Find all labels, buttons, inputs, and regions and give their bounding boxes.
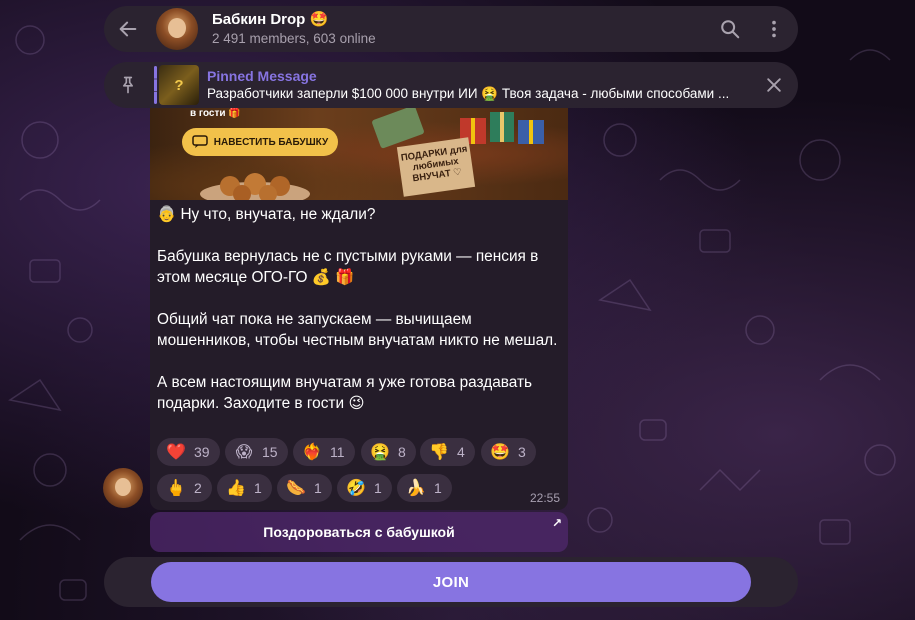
sender-avatar[interactable] xyxy=(103,468,143,508)
reaction-middle-finger[interactable]: 🖕 2 xyxy=(157,474,212,502)
chat-bubble-icon xyxy=(192,135,208,148)
middle-finger-icon: 🖕 xyxy=(166,480,186,497)
external-link-icon: ↗ xyxy=(551,516,562,530)
pinned-message-bar[interactable]: ? Pinned Message Разработчики заперли $1… xyxy=(104,62,798,108)
reaction-heart[interactable]: ❤️ 39 xyxy=(157,438,220,466)
join-button[interactable]: JOIN xyxy=(151,562,751,602)
chat-title: Бабкин Drop 🤩 xyxy=(212,11,329,28)
back-button[interactable] xyxy=(106,7,150,51)
money-illustration xyxy=(371,108,425,149)
chat-info[interactable]: Бабкин Drop 🤩 2 491 members, 603 online xyxy=(212,10,708,48)
cookies-illustration xyxy=(200,173,310,200)
pinned-preview: Разработчики заперли $100 000 внутри ИИ … xyxy=(207,86,730,101)
image-button-label: НАВЕСТИТЬ БАБУШКУ xyxy=(213,136,329,148)
reaction-scream[interactable]: 😱 15 xyxy=(225,438,288,466)
star-struck-icon: 🤩 xyxy=(490,444,510,461)
reaction-star-struck[interactable]: 🤩 3 xyxy=(481,438,536,466)
pinned-content: Pinned Message Разработчики заперли $100… xyxy=(207,67,752,103)
gifts-sign: ПОДАРКИ для любимых ВНУЧАТ ♡ xyxy=(396,137,476,197)
pin-icon xyxy=(123,76,133,94)
pin-button[interactable] xyxy=(106,63,150,107)
chat-header: Бабкин Drop 🤩 2 491 members, 603 online xyxy=(104,6,798,52)
message-text: 👵 Ну что, внучата, не ждали? Бабушка вер… xyxy=(150,200,568,414)
image-caption: в гости 🎁 xyxy=(190,108,241,119)
reaction-count: 8 xyxy=(398,444,406,460)
heart-icon: ❤️ xyxy=(166,444,186,461)
reaction-count: 39 xyxy=(194,444,210,460)
heart-fire-icon: ❤️‍🔥 xyxy=(302,444,322,461)
reaction-vomit[interactable]: 🤮 8 xyxy=(361,438,416,466)
scream-icon: 😱 xyxy=(235,444,253,461)
pin-indicator xyxy=(154,66,157,104)
reaction-count: 1 xyxy=(374,480,382,496)
reaction-count: 4 xyxy=(457,444,465,460)
reaction-heart-fire[interactable]: ❤️‍🔥 11 xyxy=(293,438,355,466)
pinned-thumbnail: ? xyxy=(159,65,199,105)
reaction-count: 1 xyxy=(314,480,322,496)
close-icon xyxy=(767,78,781,92)
message-paragraph: Бабушка вернулась не с пустыми руками — … xyxy=(157,248,539,286)
greet-button-label: Поздороваться с бабушкой xyxy=(263,524,455,540)
reaction-count: 11 xyxy=(330,444,345,460)
hotdog-icon: 🌭 xyxy=(286,480,306,497)
reaction-thumbs-down[interactable]: 👎 4 xyxy=(420,438,475,466)
chat-avatar[interactable] xyxy=(156,8,198,50)
arrow-left-icon xyxy=(119,21,137,37)
message-paragraph: А всем настоящим внучатам я уже готова р… xyxy=(157,374,533,412)
reaction-hotdog[interactable]: 🌭 1 xyxy=(277,474,332,502)
message-paragraph: 👵 Ну что, внучата, не ждали? xyxy=(157,206,376,223)
chat-subtitle: 2 491 members, 603 online xyxy=(212,31,376,46)
thumbs-down-icon: 👎 xyxy=(429,444,449,461)
reaction-count: 1 xyxy=(254,480,262,496)
image-visit-button: НАВЕСТИТЬ БАБУШКУ xyxy=(182,128,338,156)
reaction-count: 3 xyxy=(518,444,526,460)
message-time: 22:55 xyxy=(529,491,560,505)
pinned-label: Pinned Message xyxy=(207,68,317,84)
search-icon xyxy=(721,20,740,39)
reaction-rofl[interactable]: 🤣 1 xyxy=(337,474,392,502)
reaction-count: 1 xyxy=(434,480,442,496)
banana-icon: 🍌 xyxy=(406,480,426,497)
more-button[interactable] xyxy=(752,7,796,51)
message-paragraph: Общий чат пока не запускаем — вычищаем м… xyxy=(157,311,558,349)
more-vertical-icon xyxy=(772,20,776,38)
greet-grandma-button[interactable]: Поздороваться с бабушкой ↗ xyxy=(150,512,568,552)
message-image[interactable]: в гости 🎁 НАВЕСТИТЬ БАБУШКУ ПОДАРКИ для … xyxy=(150,108,568,200)
reaction-thumbs-up[interactable]: 👍 1 xyxy=(217,474,272,502)
close-pinned-button[interactable] xyxy=(752,63,796,107)
message-bubble[interactable]: в гости 🎁 НАВЕСТИТЬ БАБУШКУ ПОДАРКИ для … xyxy=(150,108,568,510)
reaction-banana[interactable]: 🍌 1 xyxy=(397,474,452,502)
rofl-icon: 🤣 xyxy=(346,480,366,497)
thumbs-up-icon: 👍 xyxy=(226,480,246,497)
reaction-count: 2 xyxy=(194,480,202,496)
vomit-icon: 🤮 xyxy=(370,444,390,461)
search-button[interactable] xyxy=(708,7,752,51)
reaction-count: 15 xyxy=(262,444,278,460)
